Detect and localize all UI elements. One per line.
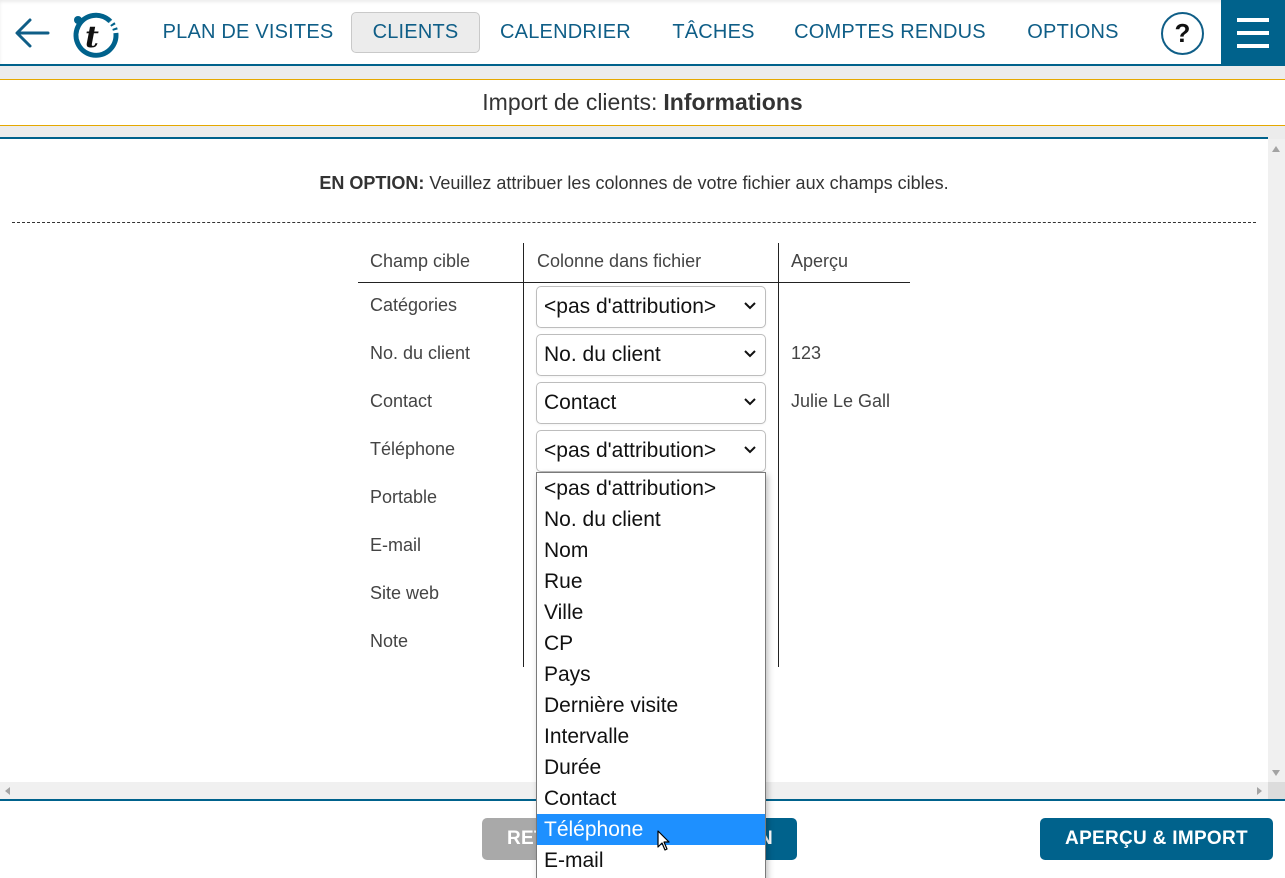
- logo-icon: t: [73, 12, 119, 58]
- scroll-left-icon[interactable]: [5, 787, 10, 795]
- field-label: Contact: [370, 391, 433, 411]
- dropdown-option[interactable]: E-mail: [537, 845, 765, 876]
- intro-body: Veuillez attribuer les colonnes de votre…: [424, 173, 949, 193]
- nav-clients[interactable]: CLIENTS: [351, 12, 480, 53]
- column-select-telephone[interactable]: <pas d'attribution>: [536, 430, 766, 472]
- column-divider: [778, 243, 779, 667]
- app-logo[interactable]: t: [70, 9, 122, 59]
- dropdown-option[interactable]: <pas d'attribution>: [537, 473, 765, 504]
- scrollbar-corner: [1268, 782, 1285, 799]
- dropdown-option[interactable]: CP: [537, 628, 765, 659]
- chevron-down-icon: [744, 302, 756, 310]
- column-dropdown-list[interactable]: <pas d'attribution> No. du client Nom Ru…: [536, 472, 766, 878]
- field-label: Téléphone: [370, 439, 456, 459]
- page-title: Import de clients: Informations: [0, 79, 1285, 126]
- column-select-no-client[interactable]: No. du client: [536, 334, 766, 376]
- chevron-down-icon: [744, 446, 756, 454]
- field-label: Catégories: [370, 295, 458, 315]
- intro-text: EN OPTION: Veuillez attribuer les colonn…: [0, 173, 1268, 194]
- nav-plan-de-visites[interactable]: PLAN DE VISITES: [158, 12, 338, 53]
- back-button[interactable]: [12, 14, 52, 52]
- dropdown-option[interactable]: Intervalle: [537, 721, 765, 752]
- header-champ-cible: Champ cible: [370, 251, 471, 271]
- column-select-contact[interactable]: Contact: [536, 382, 766, 424]
- svg-text:t: t: [85, 20, 99, 55]
- preview-value: Julie Le Gall: [791, 391, 891, 411]
- page-title-step: Informations: [663, 89, 803, 115]
- scroll-up-icon[interactable]: [1272, 146, 1280, 152]
- hamburger-icon-bar: [1237, 44, 1269, 48]
- dropdown-option[interactable]: Nom: [537, 535, 765, 566]
- arrow-left-icon: [15, 18, 50, 48]
- dropdown-option[interactable]: Rue: [537, 566, 765, 597]
- field-label: E-mail: [370, 535, 422, 555]
- preview-import-button[interactable]: APERÇU & IMPORT: [1040, 818, 1273, 860]
- dropdown-option[interactable]: Pays: [537, 659, 765, 690]
- page-title-prefix: Import de clients:: [482, 89, 658, 115]
- dropdown-option[interactable]: No. du client: [537, 504, 765, 535]
- dropdown-option[interactable]: Ville: [537, 597, 765, 628]
- select-value: <pas d'attribution>: [544, 295, 717, 318]
- field-label: Site web: [370, 583, 440, 603]
- select-value: No. du client: [544, 343, 661, 366]
- column-divider: [523, 243, 524, 667]
- menu-button[interactable]: [1221, 0, 1285, 66]
- header-underline: [358, 282, 910, 283]
- nav-comptes-rendus[interactable]: COMPTES RENDUS: [790, 12, 990, 53]
- top-navigation-bar: t PLAN DE VISITES CLIENTS CALENDRIER TÂC…: [0, 0, 1285, 66]
- intro-bold: EN OPTION:: [319, 173, 425, 193]
- question-mark-icon: ?: [1174, 18, 1191, 48]
- mouse-cursor-icon: [657, 830, 670, 851]
- hamburger-icon-bar: [1237, 18, 1269, 22]
- chevron-down-icon: [744, 398, 756, 406]
- field-label: No. du client: [370, 343, 471, 363]
- select-value: <pas d'attribution>: [544, 439, 717, 462]
- help-button[interactable]: ?: [1161, 12, 1204, 55]
- scroll-right-icon[interactable]: [1257, 787, 1262, 795]
- dropdown-option-highlighted[interactable]: Téléphone: [537, 814, 765, 845]
- vertical-scrollbar[interactable]: [1268, 139, 1285, 783]
- scroll-down-icon[interactable]: [1272, 770, 1280, 776]
- dropdown-option[interactable]: Dernière visite: [537, 690, 765, 721]
- nav-options[interactable]: OPTIONS: [1018, 12, 1128, 53]
- preview-value: 123: [791, 343, 822, 363]
- dropdown-option[interactable]: Contact: [537, 783, 765, 814]
- nav-calendrier[interactable]: CALENDRIER: [494, 12, 637, 53]
- nav-taches[interactable]: TÂCHES: [666, 12, 761, 53]
- field-label: Note: [370, 631, 409, 651]
- dashed-divider: [12, 222, 1256, 223]
- field-label: Portable: [370, 487, 438, 507]
- column-select-categories[interactable]: <pas d'attribution>: [536, 286, 766, 328]
- header-apercu: Aperçu: [791, 251, 849, 271]
- header-colonne: Colonne dans fichier: [537, 251, 702, 271]
- select-value: Contact: [544, 391, 617, 414]
- hamburger-icon-bar: [1237, 31, 1269, 35]
- chevron-down-icon: [744, 350, 756, 358]
- dropdown-option[interactable]: Durée: [537, 752, 765, 783]
